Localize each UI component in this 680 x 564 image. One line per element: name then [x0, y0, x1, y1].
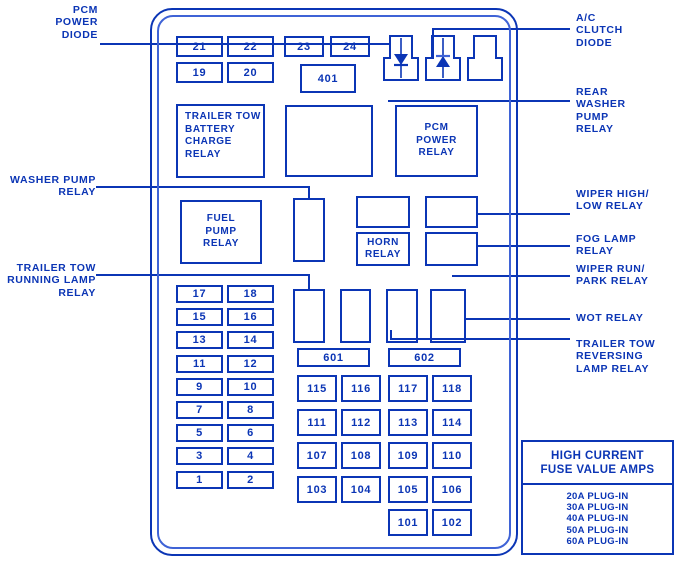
fuse-110[interactable]: 110	[432, 442, 472, 469]
module-blank-wot[interactable]	[430, 289, 466, 343]
fuse-106[interactable]: 106	[432, 476, 472, 503]
legend-high-current-fuse-values: HIGH CURRENT FUSE VALUE AMPS 20A PLUG-IN…	[521, 440, 674, 555]
legend-item-0: 20A PLUG-IN	[566, 491, 629, 502]
fuse-6[interactable]: 6	[227, 424, 274, 442]
fuse-11[interactable]: 11	[176, 355, 223, 373]
fuse-8[interactable]: 8	[227, 401, 274, 419]
fuse-116[interactable]: 116	[341, 375, 381, 402]
relay-horn[interactable]: HORN RELAY	[356, 232, 410, 266]
breaker-602[interactable]: 602	[388, 348, 461, 367]
module-blank-fog-lamp[interactable]	[425, 232, 478, 266]
fuse-9[interactable]: 9	[176, 378, 223, 396]
legend-item-3: 50A PLUG-IN	[566, 524, 629, 536]
module-blank-wiper-high-low[interactable]	[425, 196, 478, 228]
fuse-103[interactable]: 103	[297, 476, 337, 503]
module-blank-washer-pump[interactable]	[293, 198, 325, 262]
fuse-111[interactable]: 111	[297, 409, 337, 436]
fuse-401[interactable]: 401	[300, 64, 356, 93]
module-blank-wiper-run-park[interactable]	[340, 289, 371, 343]
legend-header: HIGH CURRENT FUSE VALUE AMPS	[523, 442, 672, 485]
fuse-22[interactable]: 22	[227, 36, 274, 57]
fuse-21[interactable]: 21	[176, 36, 223, 57]
fuse-12[interactable]: 12	[227, 355, 274, 373]
fuse-105[interactable]: 105	[388, 476, 428, 503]
fuse-102[interactable]: 102	[432, 509, 472, 536]
fuse-24[interactable]: 24	[330, 36, 370, 57]
fuse-108[interactable]: 108	[341, 442, 381, 469]
fuse-104[interactable]: 104	[341, 476, 381, 503]
fuse-20[interactable]: 20	[227, 62, 274, 83]
fuse-113[interactable]: 113	[388, 409, 428, 436]
callout-wiper-high-low-relay: WIPER HIGH/ LOW RELAY	[576, 188, 650, 213]
fuse-107[interactable]: 107	[297, 442, 337, 469]
fuse-117[interactable]: 117	[388, 375, 428, 402]
callout-fog-lamp-relay: FOG LAMP RELAY	[576, 233, 637, 258]
fuse-17[interactable]: 17	[176, 285, 223, 303]
breaker-601[interactable]: 601	[297, 348, 370, 367]
fuse-14[interactable]: 14	[227, 331, 274, 349]
fuse-16[interactable]: 16	[227, 308, 274, 326]
diode-holder-ac-clutch[interactable]	[424, 34, 462, 82]
module-blank-trailer-reversing[interactable]	[386, 289, 418, 343]
callout-wiper-run-park-relay: WIPER RUN/ PARK RELAY	[576, 263, 649, 288]
callout-pcm-power-diode: PCM POWER DIODE	[55, 4, 98, 41]
fuse-3[interactable]: 3	[176, 447, 223, 465]
callout-washer-pump-relay: WASHER PUMP RELAY	[10, 174, 96, 199]
fuse-box-diagram: PCM POWER DIODE WASHER PUMP RELAY TRAILE…	[0, 0, 680, 564]
callout-trailer-tow-running-lamp-relay: TRAILER TOW RUNNING LAMP RELAY	[7, 262, 96, 299]
legend-item-4: 60A PLUG-IN	[566, 535, 629, 547]
diode-holder-pcm-power[interactable]	[382, 34, 420, 82]
fuse-7[interactable]: 7	[176, 401, 223, 419]
fuse-10[interactable]: 10	[227, 378, 274, 396]
fuse-2[interactable]: 2	[227, 471, 274, 489]
fuse-19[interactable]: 19	[176, 62, 223, 83]
fuse-23[interactable]: 23	[284, 36, 324, 57]
relay-trailer-tow-battery-charge[interactable]: TRAILER TOW BATTERY CHARGE RELAY	[176, 104, 265, 178]
callout-trailer-tow-reversing-lamp-relay: TRAILER TOW REVERSING LAMP RELAY	[576, 338, 656, 375]
fuse-4[interactable]: 4	[227, 447, 274, 465]
fuse-114[interactable]: 114	[432, 409, 472, 436]
fuse-15[interactable]: 15	[176, 308, 223, 326]
fuse-5[interactable]: 5	[176, 424, 223, 442]
fuse-109[interactable]: 109	[388, 442, 428, 469]
legend-items: 20A PLUG-IN 30A PLUG-IN 40A PLUG-IN 50A PLU…	[523, 485, 672, 547]
fuse-13[interactable]: 13	[176, 331, 223, 349]
callout-ac-clutch-diode: A/C CLUTCH DIODE	[576, 12, 623, 49]
relay-fuel-pump[interactable]: FUEL PUMP RELAY	[180, 200, 262, 264]
callout-rear-washer-pump-relay: REAR WASHER PUMP RELAY	[576, 86, 626, 136]
relay-pcm-power[interactable]: PCM POWER RELAY	[395, 105, 478, 177]
fuse-112[interactable]: 112	[341, 409, 381, 436]
fuse-1[interactable]: 1	[176, 471, 223, 489]
diode-holder-empty[interactable]	[466, 34, 504, 82]
module-blank-trailer-running-lamp[interactable]	[293, 289, 325, 343]
callout-wot-relay: WOT RELAY	[576, 312, 644, 324]
module-blank-upper-center[interactable]	[285, 105, 373, 177]
legend-item-2: 40A PLUG-IN	[566, 513, 629, 525]
fuse-18[interactable]: 18	[227, 285, 274, 303]
fuse-118[interactable]: 118	[432, 375, 472, 402]
fuse-115[interactable]: 115	[297, 375, 337, 402]
module-blank-center-upper[interactable]	[356, 196, 410, 228]
fuse-101[interactable]: 101	[388, 509, 428, 536]
legend-item-1: 30A PLUG-IN	[566, 502, 629, 514]
